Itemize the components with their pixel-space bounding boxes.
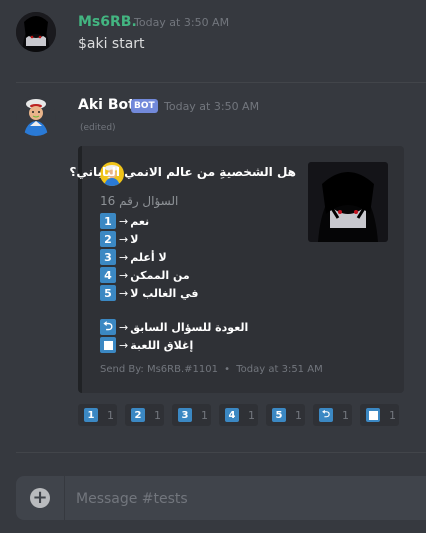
keycap-5-icon: 5 xyxy=(272,408,286,422)
arrow-icon: → xyxy=(119,268,129,282)
answer-label: في الغالب لا xyxy=(130,286,199,300)
embed-footer: Send By: Ms6RB.#1101 • Today at 3:51 AM xyxy=(100,364,323,375)
answer-option: 2 → لا xyxy=(100,231,138,247)
reaction-count: 1 xyxy=(154,408,161,422)
answer-label: لا أعلم xyxy=(130,250,167,264)
footer-sender: Send By: Ms6RB.#1101 xyxy=(100,364,218,375)
keycap-5-icon: 5 xyxy=(100,285,116,301)
back-label: العودة للسؤال السابق xyxy=(130,320,249,334)
reaction-back[interactable]: ⮌ 1 xyxy=(313,404,352,426)
reaction-count: 1 xyxy=(201,408,208,422)
answer-option: 5 → في الغالب لا xyxy=(100,285,198,301)
answer-label: نعم xyxy=(130,214,150,228)
user-username[interactable]: Ms6RB. xyxy=(78,14,137,30)
arrow-icon: → xyxy=(119,214,129,228)
question-number: السؤال رقم 16 xyxy=(100,194,179,208)
back-option: ⮌ → العودة للسؤال السابق xyxy=(100,319,248,335)
keycap-1-icon: 1 xyxy=(84,408,98,422)
arrow-icon: → xyxy=(119,320,129,334)
edited-marker: (edited) xyxy=(80,123,116,133)
reaction-stop[interactable]: 1 xyxy=(360,404,399,426)
arrow-icon: → xyxy=(119,338,129,352)
footer-timestamp: Today at 3:51 AM xyxy=(236,364,323,375)
bot-avatar[interactable] xyxy=(16,96,56,136)
akinator-embed: هل الشخصيةِ من عالم الانمي الياباني؟ الس… xyxy=(69,146,404,393)
reaction-keycap-2[interactable]: 2 1 xyxy=(125,404,164,426)
reaction-count: 1 xyxy=(248,408,255,422)
footer-separator: • xyxy=(224,364,231,375)
stop-square-icon xyxy=(366,408,380,422)
arrow-icon: → xyxy=(119,250,129,264)
composer-separator xyxy=(64,476,65,520)
user-message-timestamp: Today at 3:50 AM xyxy=(134,16,230,29)
keycap-4-icon: 4 xyxy=(225,408,239,422)
answer-option: 3 → لا أعلم xyxy=(100,249,167,265)
keycap-2-icon: 2 xyxy=(131,408,145,422)
close-label: إغلاق اللعبة xyxy=(130,338,194,352)
arrow-icon: → xyxy=(119,286,129,300)
reaction-keycap-1[interactable]: 1 1 xyxy=(78,404,117,426)
answer-option: 4 → من الممكن xyxy=(100,267,190,283)
character-guess-thumbnail[interactable] xyxy=(308,162,388,242)
embed-author-question: هل الشخصيةِ من عالم الانمي الياباني؟ xyxy=(69,165,296,179)
reaction-count: 1 xyxy=(295,408,302,422)
bot-badge: BOT xyxy=(131,99,158,113)
bot-username[interactable]: Aki Bot xyxy=(78,97,135,113)
user-avatar[interactable] xyxy=(16,12,56,52)
close-option: → إغلاق اللعبة xyxy=(100,337,193,353)
reaction-count: 1 xyxy=(342,408,349,422)
attach-plus-icon[interactable]: + xyxy=(30,488,50,508)
message-input[interactable] xyxy=(74,486,418,512)
user-message-text: $aki start xyxy=(78,36,145,52)
message-composer: + xyxy=(16,476,426,520)
keycap-3-icon: 3 xyxy=(100,249,116,265)
back-arrow-icon: ⮌ xyxy=(319,408,333,422)
reaction-keycap-4[interactable]: 4 1 xyxy=(219,404,258,426)
reaction-keycap-3[interactable]: 3 1 xyxy=(172,404,211,426)
keycap-3-icon: 3 xyxy=(178,408,192,422)
reaction-count: 1 xyxy=(107,408,114,422)
reaction-count: 1 xyxy=(389,408,396,422)
keycap-4-icon: 4 xyxy=(100,267,116,283)
back-arrow-icon: ⮌ xyxy=(100,319,116,335)
arrow-icon: → xyxy=(119,232,129,246)
answer-option: 1 → نعم xyxy=(100,213,149,229)
stop-square-icon xyxy=(100,337,116,353)
keycap-2-icon: 2 xyxy=(100,231,116,247)
bot-message-timestamp: Today at 3:50 AM xyxy=(164,100,260,113)
reaction-keycap-5[interactable]: 5 1 xyxy=(266,404,305,426)
keycap-1-icon: 1 xyxy=(100,213,116,229)
message-divider xyxy=(16,82,426,83)
answer-label: من الممكن xyxy=(130,268,190,282)
message-divider xyxy=(16,452,426,453)
answer-label: لا xyxy=(130,232,139,246)
